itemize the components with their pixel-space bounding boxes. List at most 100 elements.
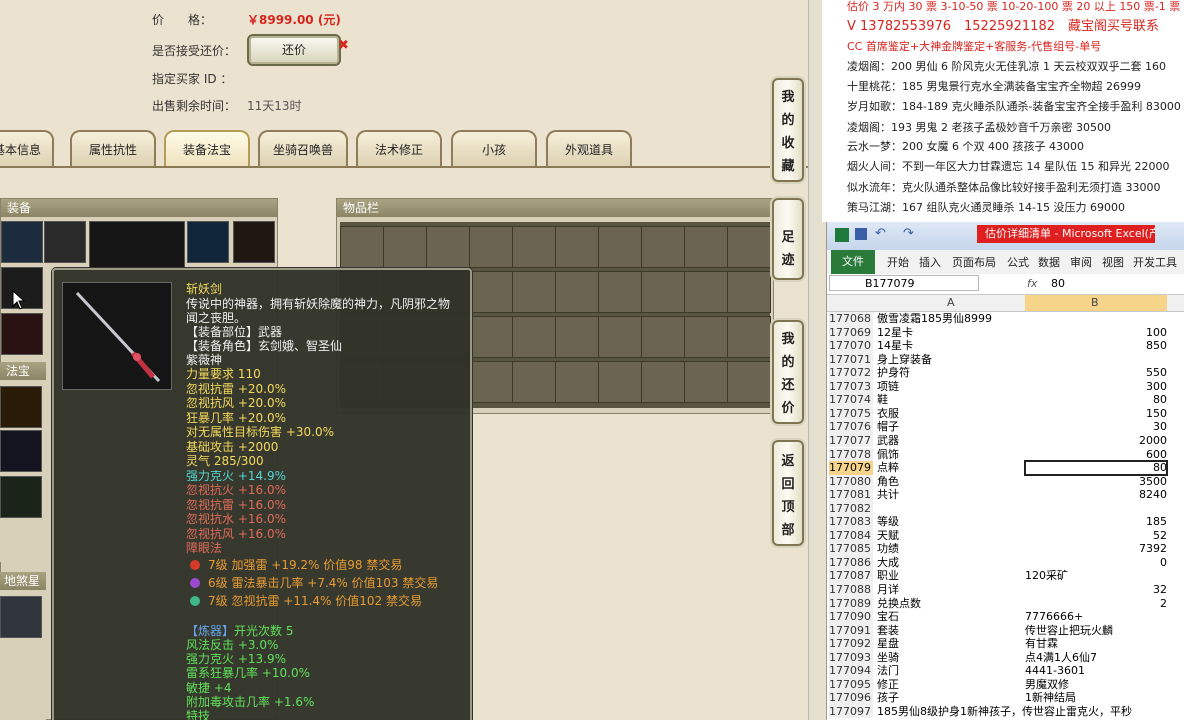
cell-a[interactable]: 天赋 — [877, 529, 899, 543]
inventory-cell[interactable] — [598, 226, 642, 268]
treasure-slot[interactable] — [0, 386, 42, 428]
cell-a[interactable]: 武器 — [877, 434, 899, 448]
cell-b[interactable]: 8240 — [1025, 488, 1167, 502]
equipment-slot[interactable] — [1, 313, 43, 355]
back-to-top-button[interactable]: 返回顶部 — [772, 440, 804, 546]
equipment-slot[interactable] — [187, 221, 229, 263]
cell-a[interactable]: 兑换点数 — [877, 597, 921, 611]
row-number[interactable]: 177088 — [829, 583, 873, 597]
cell-b[interactable]: 80 — [1025, 393, 1167, 407]
row-number[interactable]: 177087 — [829, 569, 873, 583]
cell-b[interactable]: 7776666+ — [1025, 610, 1167, 624]
cell-a[interactable]: 点粹 — [877, 461, 899, 475]
close-icon[interactable]: ✖ — [338, 38, 349, 53]
cell-b[interactable]: 点4满1人6仙7 — [1025, 651, 1167, 665]
row-number[interactable]: 177083 — [829, 515, 873, 529]
cell-b[interactable]: 男魔双修 — [1025, 678, 1167, 692]
cell-b[interactable]: 600 — [1025, 448, 1167, 462]
cell-a[interactable]: 14星卡 — [877, 339, 913, 353]
cell-a[interactable]: 孩子 — [877, 691, 899, 705]
ribbon-tab-view[interactable]: 视图 — [1102, 254, 1124, 270]
ribbon-tab-developer[interactable]: 开发工具 — [1133, 254, 1177, 270]
cell-b[interactable]: 2 — [1025, 597, 1167, 611]
row-number[interactable]: 177076 — [829, 420, 873, 434]
inventory-cell[interactable] — [555, 271, 599, 313]
inventory-cell[interactable] — [684, 361, 728, 403]
row-number[interactable]: 177081 — [829, 488, 873, 502]
row-number[interactable]: 177068 — [829, 312, 873, 326]
cell-a[interactable]: 帽子 — [877, 420, 899, 434]
cell-a[interactable]: 身上穿装备 — [877, 353, 932, 367]
row-number[interactable]: 177084 — [829, 528, 873, 543]
row-number[interactable]: 177072 — [829, 366, 873, 380]
treasure-slot[interactable] — [0, 476, 42, 518]
ribbon-tab-formulas[interactable]: 公式 — [1007, 254, 1029, 270]
cell-b[interactable]: 300 — [1025, 380, 1167, 394]
realm-slot[interactable] — [0, 596, 42, 638]
row-number[interactable]: 177090 — [829, 610, 873, 624]
formula-input[interactable]: 80 — [1051, 277, 1065, 290]
row-number[interactable]: 177069 — [829, 325, 873, 340]
my-offers-button[interactable]: 我的还价 — [772, 320, 804, 424]
inventory-cell[interactable] — [727, 316, 771, 358]
row-number[interactable]: 177070 — [829, 339, 873, 353]
scrollbar[interactable] — [808, 0, 820, 720]
inventory-cell[interactable] — [641, 271, 685, 313]
cell-a[interactable]: 功绩 — [877, 542, 899, 556]
cell-a[interactable]: 项链 — [877, 380, 899, 394]
inventory-cell[interactable] — [727, 361, 771, 403]
cell-b[interactable]: 0 — [1025, 556, 1167, 570]
tab-equipment[interactable]: 装备法宝 — [164, 130, 250, 166]
ribbon-tab-home[interactable]: 开始 — [887, 254, 909, 270]
row-number[interactable]: 177094 — [829, 664, 873, 678]
row-number[interactable]: 177079 — [829, 461, 873, 475]
tab-basic-info[interactable]: 基本信息 — [0, 130, 54, 166]
cell-a[interactable]: 护身符 — [877, 366, 910, 380]
tab-attributes[interactable]: 属性抗性 — [70, 130, 156, 166]
cell-a[interactable]: 共计 — [877, 488, 899, 502]
cell-b[interactable]: 1新神结局 — [1025, 691, 1167, 705]
inventory-cell[interactable] — [340, 226, 384, 268]
inventory-cell[interactable] — [684, 226, 728, 268]
inventory-cell[interactable] — [512, 226, 556, 268]
save-icon[interactable] — [855, 228, 867, 240]
redo-icon[interactable]: ↷ — [903, 226, 914, 241]
cell-b[interactable]: 80 — [1024, 460, 1168, 476]
inventory-cell[interactable] — [512, 271, 556, 313]
cell-a[interactable]: 星盘 — [877, 637, 899, 651]
ribbon-tab-layout[interactable]: 页面布局 — [952, 254, 996, 270]
row-number[interactable]: 177089 — [829, 596, 873, 611]
row-number[interactable]: 177074 — [829, 393, 873, 407]
row-number[interactable]: 177086 — [829, 555, 873, 570]
tab-appearance[interactable]: 外观道具 — [546, 130, 632, 166]
cell-b[interactable]: 4441-3601 — [1025, 664, 1167, 678]
cell-a[interactable]: 185男仙8级护身1新神孩子，传世容止雷克火，平秒 — [877, 705, 1132, 719]
cell-b[interactable]: 32 — [1025, 583, 1167, 597]
cell-a[interactable]: 佩饰 — [877, 448, 899, 462]
tab-child[interactable]: 小孩 — [451, 130, 537, 166]
cell-a[interactable]: 月详 — [877, 583, 899, 597]
inventory-cell[interactable] — [684, 271, 728, 313]
cell-a[interactable]: 衣服 — [877, 407, 899, 421]
inventory-cell[interactable] — [426, 226, 470, 268]
cell-b[interactable]: 7392 — [1025, 542, 1167, 556]
row-number[interactable]: 177073 — [829, 379, 873, 394]
cell-b[interactable]: 传世容止把玩火麟 — [1025, 624, 1167, 638]
row-number[interactable]: 177080 — [829, 474, 873, 489]
inventory-cell[interactable] — [555, 316, 599, 358]
cell-a[interactable]: 鞋 — [877, 393, 888, 407]
inventory-cell[interactable] — [598, 316, 642, 358]
counter-offer-button[interactable]: 还价 — [247, 34, 341, 66]
row-number[interactable]: 177095 — [829, 677, 873, 692]
cell-a[interactable]: 12星卡 — [877, 326, 913, 340]
row-number[interactable]: 177077 — [829, 433, 873, 448]
inventory-cell[interactable] — [469, 271, 513, 313]
inventory-cell[interactable] — [684, 316, 728, 358]
row-number[interactable]: 177075 — [829, 406, 873, 421]
fx-icon[interactable]: fx — [1027, 277, 1037, 290]
row-number[interactable]: 177096 — [829, 691, 873, 705]
cell-b[interactable]: 185 — [1025, 515, 1167, 529]
inventory-cell[interactable] — [383, 226, 427, 268]
row-number[interactable]: 177091 — [829, 623, 873, 638]
cell-a[interactable]: 等级 — [877, 515, 899, 529]
